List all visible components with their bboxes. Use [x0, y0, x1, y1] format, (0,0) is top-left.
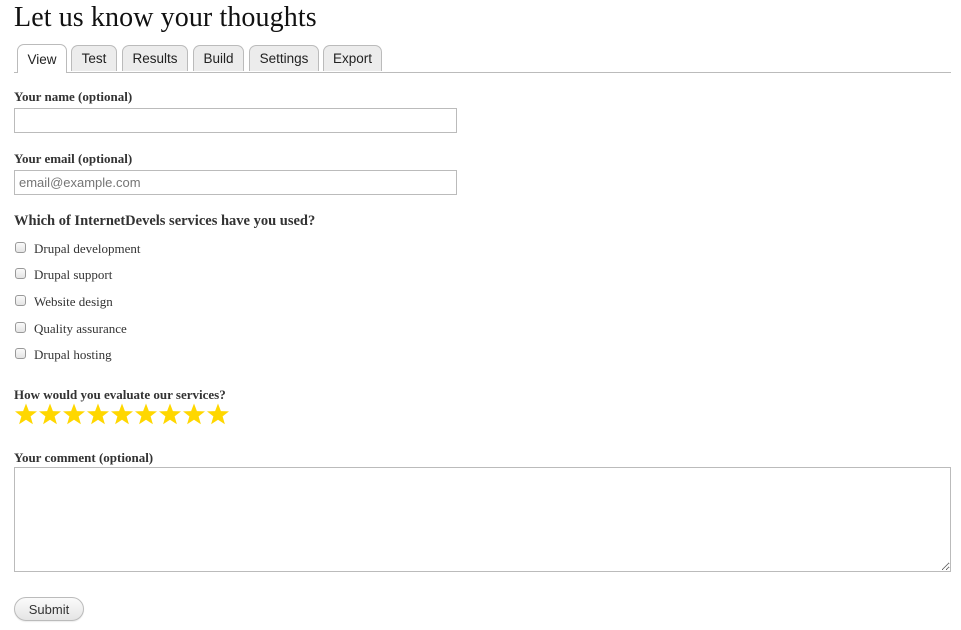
name-input[interactable]	[14, 108, 457, 133]
page-title: Let us know your thoughts	[14, 2, 317, 33]
checkbox-label: Website design	[34, 294, 113, 309]
star-icon[interactable]	[110, 402, 134, 427]
checkbox-label: Drupal support	[34, 267, 113, 282]
tab-test[interactable]: Test	[71, 45, 117, 71]
checkbox-option[interactable]: Drupal support	[14, 266, 112, 284]
tab-results[interactable]: Results	[122, 45, 188, 71]
checkbox-drupal-support[interactable]	[15, 267, 26, 279]
checkbox-label: Drupal hosting	[34, 347, 112, 362]
email-label: Your email (optional)	[14, 151, 133, 166]
star-icon[interactable]	[62, 402, 86, 427]
star-icon[interactable]	[38, 402, 62, 427]
tab-bar: View Test Results Build Settings Export	[14, 44, 951, 73]
comment-textarea[interactable]	[14, 467, 951, 572]
checkbox-label: Quality assurance	[34, 321, 127, 336]
checkbox-option[interactable]: Drupal development	[14, 240, 141, 258]
tab-build[interactable]: Build	[193, 45, 244, 71]
submit-button[interactable]: Submit	[14, 597, 84, 621]
comment-label: Your comment (optional)	[14, 450, 154, 465]
email-input[interactable]	[14, 170, 457, 195]
checkbox-quality-assurance[interactable]	[15, 321, 26, 333]
star-icon[interactable]	[182, 402, 206, 427]
checkbox-label: Drupal development	[34, 241, 141, 256]
services-label: Which of InternetDevels services have yo…	[14, 213, 316, 229]
checkbox-option[interactable]: Website design	[14, 293, 113, 311]
checkbox-drupal-hosting[interactable]	[15, 347, 26, 359]
star-icon[interactable]	[158, 402, 182, 427]
tab-settings[interactable]: Settings	[249, 45, 319, 71]
star-icon[interactable]	[134, 402, 158, 427]
checkbox-option[interactable]: Quality assurance	[14, 320, 127, 338]
name-label: Your name (optional)	[14, 89, 133, 104]
rating-label: How would you evaluate our services?	[14, 387, 226, 402]
star-icon[interactable]	[206, 402, 230, 427]
tab-view[interactable]: View	[17, 44, 67, 73]
star-icon[interactable]	[86, 402, 110, 427]
checkbox-website-design[interactable]	[15, 294, 26, 306]
star-icon[interactable]	[14, 402, 38, 427]
tab-export[interactable]: Export	[323, 45, 382, 71]
checkbox-option[interactable]: Drupal hosting	[14, 346, 112, 364]
checkbox-drupal-development[interactable]	[15, 241, 26, 253]
star-rating[interactable]	[14, 402, 230, 427]
